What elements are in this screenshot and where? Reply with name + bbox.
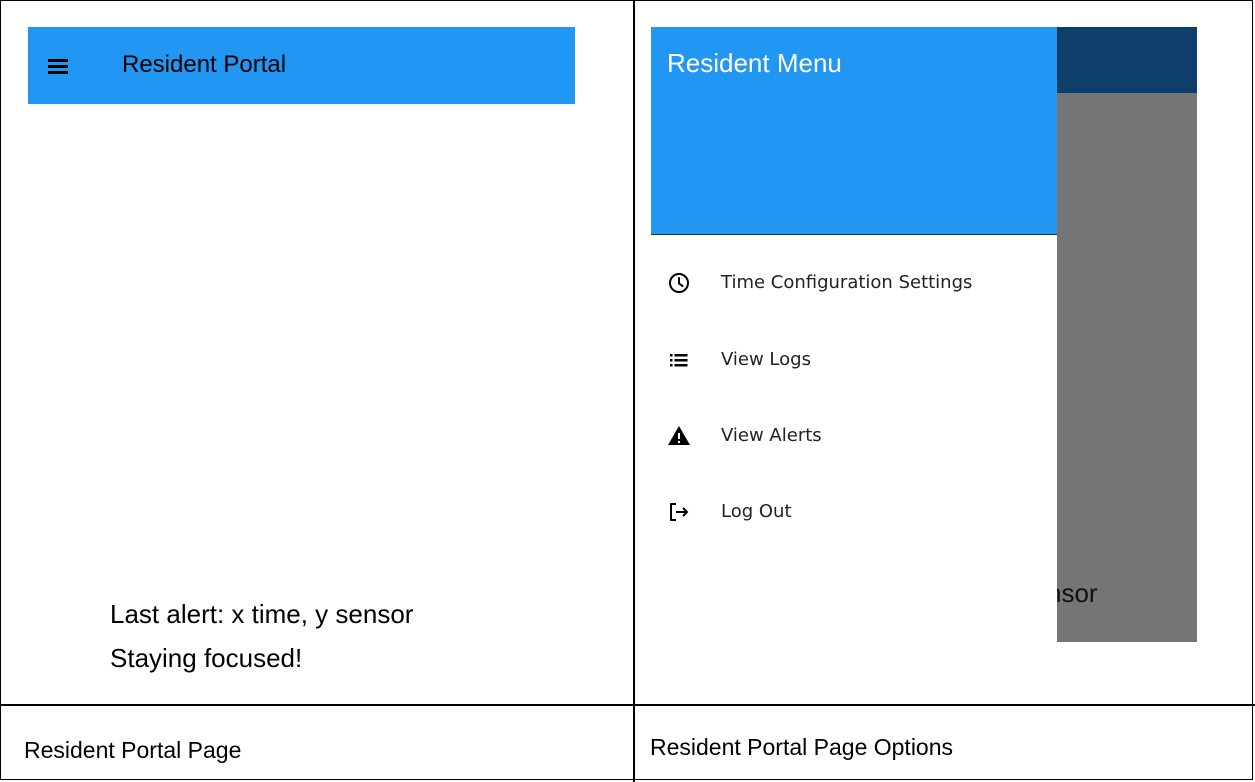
hamburger-menu-icon[interactable] — [46, 54, 70, 78]
navigation-drawer: Resident Menu Time Configuration Setting… — [651, 27, 1057, 642]
drawer-item-label: Time Configuration Settings — [721, 272, 973, 293]
warning-icon — [668, 426, 690, 445]
drawer-item-label: Log Out — [721, 501, 792, 522]
column-divider — [633, 0, 635, 782]
list-icon — [670, 354, 688, 367]
drawer-title: Resident Menu — [667, 48, 842, 78]
clock-icon — [669, 273, 689, 293]
row-divider — [0, 704, 1255, 706]
drawer-item-time-config[interactable]: Time Configuration Settings — [651, 257, 1057, 309]
last-alert-text: Last alert: x time, y sensor — [110, 599, 414, 629]
app-bar-title: Resident Portal — [122, 51, 287, 78]
right-caption: Resident Portal Page Options — [650, 734, 954, 760]
drawer-item-label: View Logs — [721, 349, 811, 370]
app-bar: Resident Portal — [28, 27, 575, 104]
drawer-item-view-alerts[interactable]: View Alerts — [651, 410, 1057, 462]
left-caption: Resident Portal Page — [24, 737, 242, 763]
drawer-scrim[interactable]: nsor — [1057, 93, 1197, 642]
drawer-header: Resident Menu — [651, 27, 1057, 235]
logout-icon — [670, 503, 689, 521]
drawer-item-view-logs[interactable]: View Logs — [651, 334, 1057, 386]
status-panel: Last alert: x time, y sensor Staying foc… — [110, 592, 413, 680]
drawer-item-label: View Alerts — [721, 425, 822, 446]
drawer-item-log-out[interactable]: Log Out — [651, 486, 1057, 538]
obscured-status-fragment: nsor — [1057, 578, 1098, 608]
status-message: Staying focused! — [110, 643, 303, 673]
